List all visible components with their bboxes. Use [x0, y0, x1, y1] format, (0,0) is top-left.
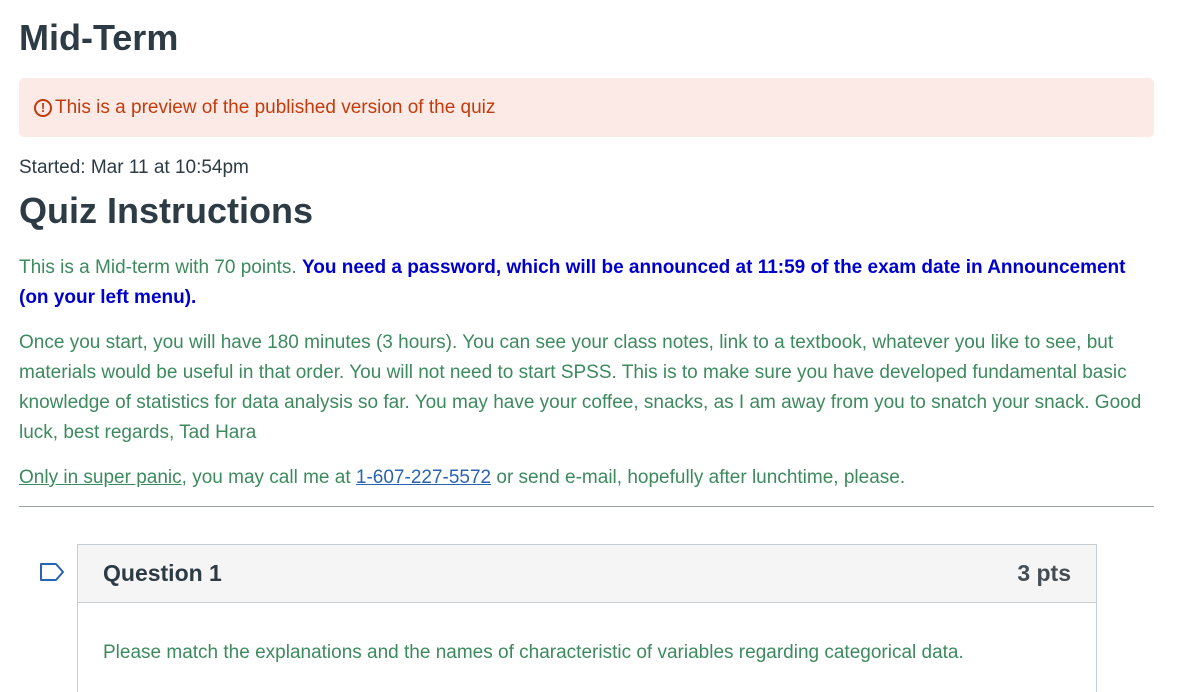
- instructions-paragraph-1: This is a Mid-term with 70 points. You n…: [19, 253, 1159, 313]
- quiz-page: Mid-Term ! This is a preview of the publ…: [0, 0, 1190, 692]
- section-divider: [19, 506, 1154, 507]
- preview-warning-text: This is a preview of the published versi…: [55, 96, 496, 118]
- instructions-paragraph-2: Once you start, you will have 180 minute…: [19, 332, 1142, 443]
- flag-question-icon[interactable]: [39, 562, 65, 582]
- preview-warning-banner: ! This is a preview of the published ver…: [19, 78, 1154, 137]
- question-text: Please match the explanations and the na…: [103, 642, 964, 663]
- contact-text-end: or send e-mail, hopefully after lunchtim…: [491, 467, 906, 488]
- question-title: Question 1: [103, 560, 222, 586]
- super-panic-link[interactable]: Only in super panic: [19, 467, 182, 488]
- question-points: 3 pts: [1017, 560, 1071, 586]
- page-title: Mid-Term: [19, 17, 179, 58]
- question-header: Question 1 3 pts: [78, 545, 1096, 603]
- started-timestamp: Started: Mar 11 at 10:54pm: [19, 157, 249, 178]
- instructions-heading: Quiz Instructions: [19, 190, 314, 231]
- phone-link[interactable]: 1-607-227-5572: [356, 467, 491, 488]
- instructions-points-text: This is a Mid-term with 70 points.: [19, 257, 302, 278]
- warning-icon: !: [34, 98, 52, 117]
- instructions-paragraph-3: Only in super panic, you may call me at …: [19, 463, 1159, 493]
- instructions-body: This is a Mid-term with 70 points. You n…: [19, 253, 1159, 508]
- question-card: Question 1 3 pts Please match the explan…: [77, 544, 1097, 692]
- contact-text: , you may call me at: [181, 467, 356, 488]
